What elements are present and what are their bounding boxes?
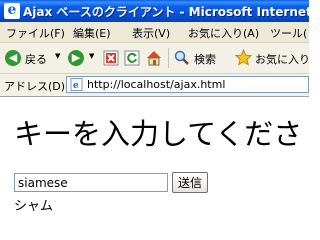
stop-icon[interactable] <box>103 50 119 66</box>
back-arrow-icon[interactable]: ◀ <box>5 50 21 66</box>
menu-favorites[interactable]: お気に入り(A) <box>188 25 259 41</box>
toolbar-separator <box>168 48 169 68</box>
menu-view[interactable]: 表示(V) <box>132 25 170 41</box>
forward-dropdown-icon[interactable]: ▼ <box>89 52 94 60</box>
page-icon: e <box>70 78 83 91</box>
refresh-icon[interactable] <box>124 50 140 66</box>
toolbar: ◀ 戻る ▼ ▶ ▼ 検索 お気に入り <box>0 43 309 74</box>
favorites-star-icon[interactable] <box>235 49 252 66</box>
search-icon[interactable] <box>174 50 190 66</box>
menu-edit[interactable]: 編集(E) <box>73 25 111 41</box>
svg-text:e: e <box>73 81 79 91</box>
search-button-label[interactable]: 検索 <box>194 51 216 67</box>
address-label: アドレス(D) <box>4 80 66 93</box>
back-button-label[interactable]: 戻る <box>25 51 47 67</box>
menu-tools[interactable]: ツール( <box>270 25 307 41</box>
result-text: シャム <box>14 199 54 214</box>
address-url: http://localhost/ajax.html <box>87 78 226 91</box>
page-content: キーを入力してくださ 送信 シャム <box>0 97 309 223</box>
internet-explorer-icon: e <box>4 2 20 19</box>
window-title: Ajax ベースのクライアント - Microsoft Internet Exp… <box>23 5 309 19</box>
title-bar[interactable]: e Ajax ベースのクライアント - Microsoft Internet E… <box>0 0 309 22</box>
menu-file[interactable]: ファイル(F) <box>6 25 65 41</box>
home-icon[interactable] <box>145 49 163 67</box>
favorites-button-label[interactable]: お気に入り <box>255 51 309 67</box>
address-input[interactable]: e http://localhost/ajax.html <box>66 76 309 93</box>
menu-bar: ファイル(F) 編集(E) 表示(V) お気に入り(A) ツール( <box>0 22 309 43</box>
send-button[interactable]: 送信 <box>172 172 208 193</box>
back-dropdown-icon[interactable]: ▼ <box>55 52 60 60</box>
word-input[interactable] <box>14 173 168 192</box>
forward-arrow-icon[interactable]: ▶ <box>68 50 84 66</box>
page-heading: キーを入力してくださ <box>14 117 303 151</box>
address-bar: アドレス(D) e http://localhost/ajax.html <box>0 74 309 97</box>
